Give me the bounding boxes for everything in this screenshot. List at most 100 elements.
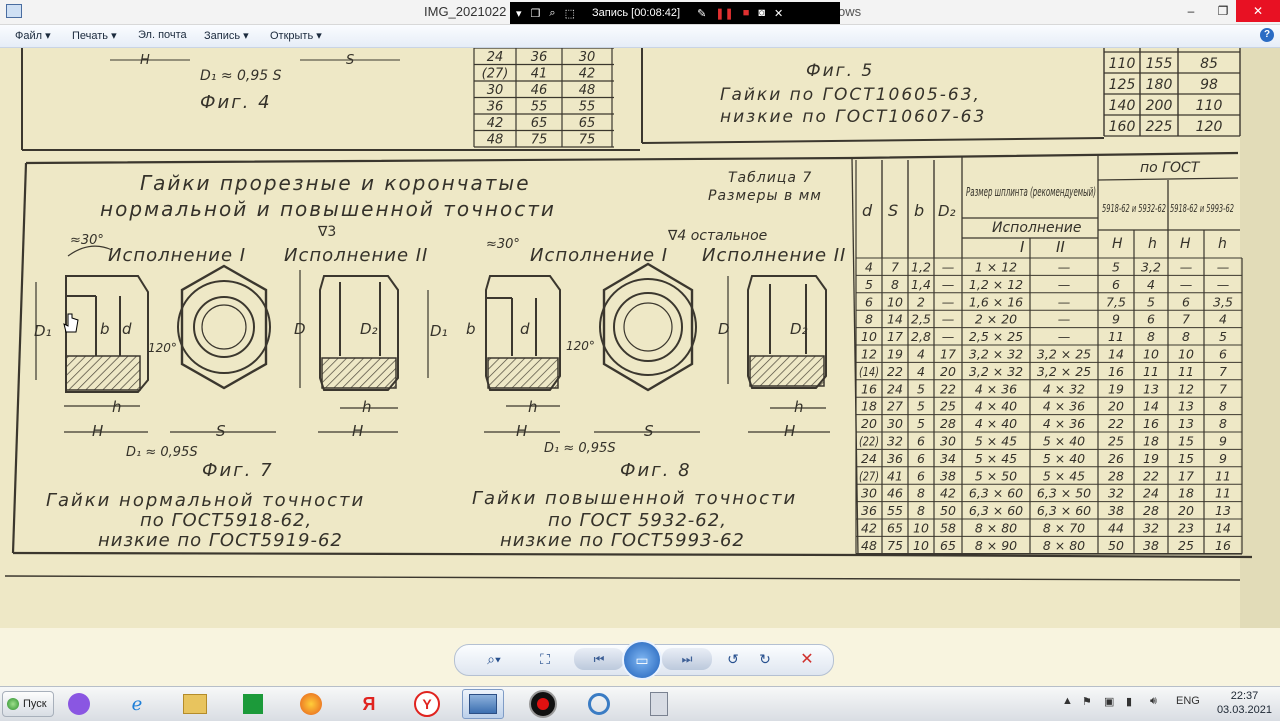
th-h-b: h — [1218, 236, 1227, 252]
dropdown-icon[interactable]: ▾ — [516, 7, 522, 20]
table-cell: 5 × 45 — [975, 434, 1017, 449]
power-icon[interactable]: ▮ — [1126, 695, 1132, 708]
recorder-icon[interactable] — [524, 689, 562, 719]
rotate-left-button[interactable]: ↺ — [722, 648, 744, 670]
table-cell: 8 — [917, 486, 925, 501]
alice-icon[interactable] — [60, 689, 98, 719]
table-cell: 1,6 × 16 — [969, 294, 1023, 309]
table-cell: 4 — [1219, 312, 1227, 327]
table-cell: — — [1217, 260, 1230, 275]
table-cell: 38 — [1108, 503, 1124, 518]
delete-button[interactable]: ✕ — [796, 648, 818, 670]
table-cell: 5 — [917, 381, 925, 396]
store-icon[interactable] — [234, 689, 272, 719]
menu-burn[interactable]: Запись ▾ — [204, 29, 249, 42]
slideshow-button[interactable]: ▭ — [622, 640, 662, 680]
zoom-button[interactable]: ⌕▾ — [478, 648, 510, 670]
minimize-button[interactable]: – — [1176, 0, 1206, 22]
internet-explorer-icon[interactable]: ℯ — [118, 689, 156, 719]
table-cell: 4 — [917, 347, 925, 362]
pen-icon[interactable]: ✎ — [697, 7, 706, 20]
clock[interactable]: 22:37 03.03.2021 — [1217, 689, 1272, 717]
table-cell: 41 — [887, 468, 903, 483]
table-cell: 5 — [865, 277, 873, 292]
pause-icon[interactable]: ❚❚ — [715, 7, 733, 20]
file-explorer-icon[interactable] — [176, 689, 214, 719]
table-cell: 65 — [940, 538, 956, 553]
right-top-cell: 200 — [1146, 98, 1173, 114]
table-cell: 8 — [1182, 329, 1190, 344]
menu-print[interactable]: Печать ▾ — [72, 29, 117, 42]
table-cell: 7 — [1219, 364, 1227, 379]
network-warning-icon[interactable]: ⚑ — [1082, 695, 1092, 708]
table-cell: — — [1058, 329, 1071, 344]
photo-viewer-icon[interactable] — [462, 689, 504, 719]
table-cell: 4 — [865, 260, 873, 275]
table-cell: 4 × 36 — [975, 381, 1017, 396]
language-indicator[interactable]: ENG — [1176, 695, 1200, 707]
fit-window-button[interactable]: ⛶ — [534, 648, 556, 670]
table-cell: 14 — [887, 312, 903, 327]
top-table-cell: 36 — [531, 50, 548, 65]
vpn-icon[interactable] — [580, 689, 618, 719]
table-cell: 5 × 40 — [1043, 434, 1085, 449]
table-cell: 9 — [1219, 434, 1227, 449]
recording-timer: Запись [00:08:42] — [591, 7, 681, 19]
start-button[interactable]: Пуск — [2, 691, 54, 717]
table-cell: 3,5 — [1213, 294, 1233, 309]
select-region-icon[interactable]: ⬚ — [565, 7, 575, 20]
table-cell: 6 — [1112, 277, 1120, 292]
volume-icon[interactable]: 🔊︎ — [1150, 695, 1157, 708]
yandex-browser-icon[interactable]: Y — [408, 689, 446, 719]
top-table-cell: 55 — [531, 100, 548, 115]
table-cell: 8 × 80 — [1043, 538, 1085, 553]
th-d: d — [862, 201, 873, 220]
table-cell: 8 — [1219, 399, 1227, 414]
table-cell: 5 — [1219, 329, 1227, 344]
next-button[interactable]: ⏭ — [662, 648, 712, 670]
tray-app-icon[interactable]: ▣ — [1104, 695, 1114, 708]
table-cell: 27 — [887, 399, 903, 414]
firefox-icon[interactable] — [292, 689, 330, 719]
restore-button[interactable]: ❐ — [1208, 0, 1238, 22]
menu-email[interactable]: Эл. почта — [138, 29, 187, 41]
close-button[interactable]: ✕ — [1236, 0, 1280, 22]
stop-icon[interactable]: ■ — [743, 7, 750, 19]
menu-file[interactable]: Файл ▾ — [15, 29, 51, 42]
table-cell: 6 — [1182, 294, 1190, 309]
fig7-dim-H2: H — [352, 422, 363, 440]
calculator-icon[interactable] — [640, 689, 678, 719]
th-exec: Исполнение — [992, 220, 1081, 236]
table-cell: 20 — [1178, 503, 1194, 518]
table-cell: 8 — [917, 503, 925, 518]
th-b: b — [914, 201, 924, 220]
table-cell: 6,3 × 60 — [1037, 503, 1091, 518]
table-cell: 6 — [1219, 347, 1227, 362]
menu-open[interactable]: Открыть ▾ — [270, 29, 322, 42]
table-cell: 48 — [861, 538, 877, 553]
fig8-dim-H: H — [516, 422, 527, 440]
top-table-cell: 42 — [487, 116, 504, 131]
tray-expand-icon[interactable]: ▲ — [1062, 695, 1073, 707]
camera-icon[interactable]: ◙ — [758, 7, 765, 19]
rotate-right-button[interactable]: ↻ — [754, 648, 776, 670]
prev-button[interactable]: ⏮ — [574, 648, 624, 670]
table-cell: 30 — [861, 486, 877, 501]
table-cell: 26 — [1108, 451, 1124, 466]
table-cell: 23 — [1178, 521, 1194, 536]
roughness-mark-2: ∇4 остальное — [667, 228, 767, 244]
table-cell: 10 — [1143, 347, 1159, 362]
restore-icon[interactable]: ❐ — [531, 7, 541, 20]
fig8-dim-d1: D₁ — [430, 322, 448, 340]
th-H-b: H — [1180, 236, 1191, 252]
zoom-icon[interactable]: ⌕ — [549, 7, 555, 20]
fig7-dim-b: b — [100, 320, 110, 338]
right-top-cell: 160 — [1109, 119, 1136, 135]
yandex-icon[interactable]: Я — [350, 689, 388, 719]
fig7-approx: D₁ ≈ 0,95S — [126, 445, 198, 460]
table-cell: — — [1058, 260, 1071, 275]
table-cell: 30 — [887, 416, 903, 431]
close-recorder-icon[interactable]: ✕ — [774, 7, 783, 20]
help-icon[interactable]: ? — [1260, 28, 1274, 42]
fig8-desc-1: Гайки повышенной точности — [472, 488, 797, 509]
